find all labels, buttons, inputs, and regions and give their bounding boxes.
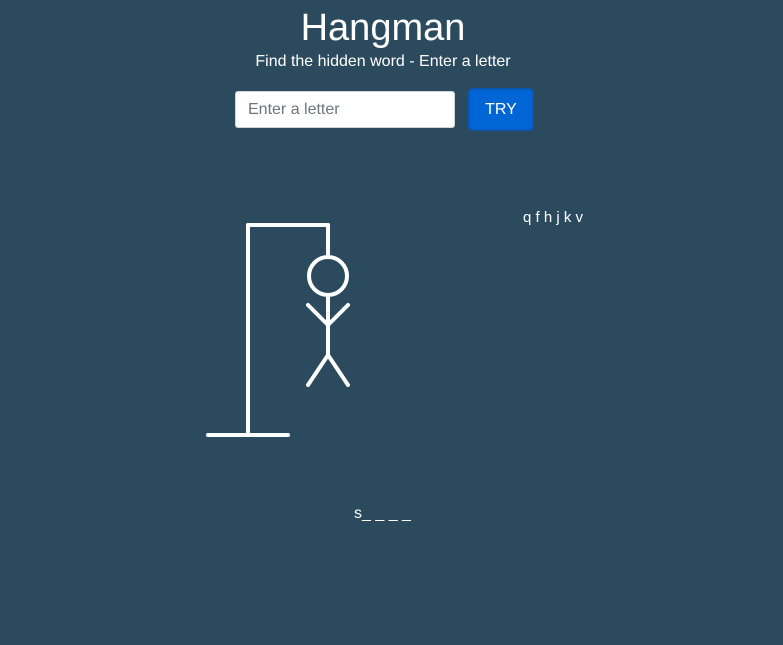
- hangman-left-leg: [306, 353, 330, 387]
- letter-input[interactable]: [235, 91, 455, 128]
- hangman-drawing: [206, 223, 350, 437]
- page-title: Hangman: [300, 7, 466, 49]
- try-button[interactable]: TRY: [468, 88, 534, 131]
- page-subtitle: Find the hidden word - Enter a letter: [255, 53, 511, 70]
- hidden-word: s_ _ _ _: [354, 505, 411, 522]
- hangman-left-arm: [306, 303, 330, 327]
- wrong-letters: q f h j k v: [523, 209, 584, 226]
- hangman-right-leg: [326, 353, 350, 387]
- hangman-right-arm: [326, 303, 350, 327]
- hangman-head: [307, 255, 349, 297]
